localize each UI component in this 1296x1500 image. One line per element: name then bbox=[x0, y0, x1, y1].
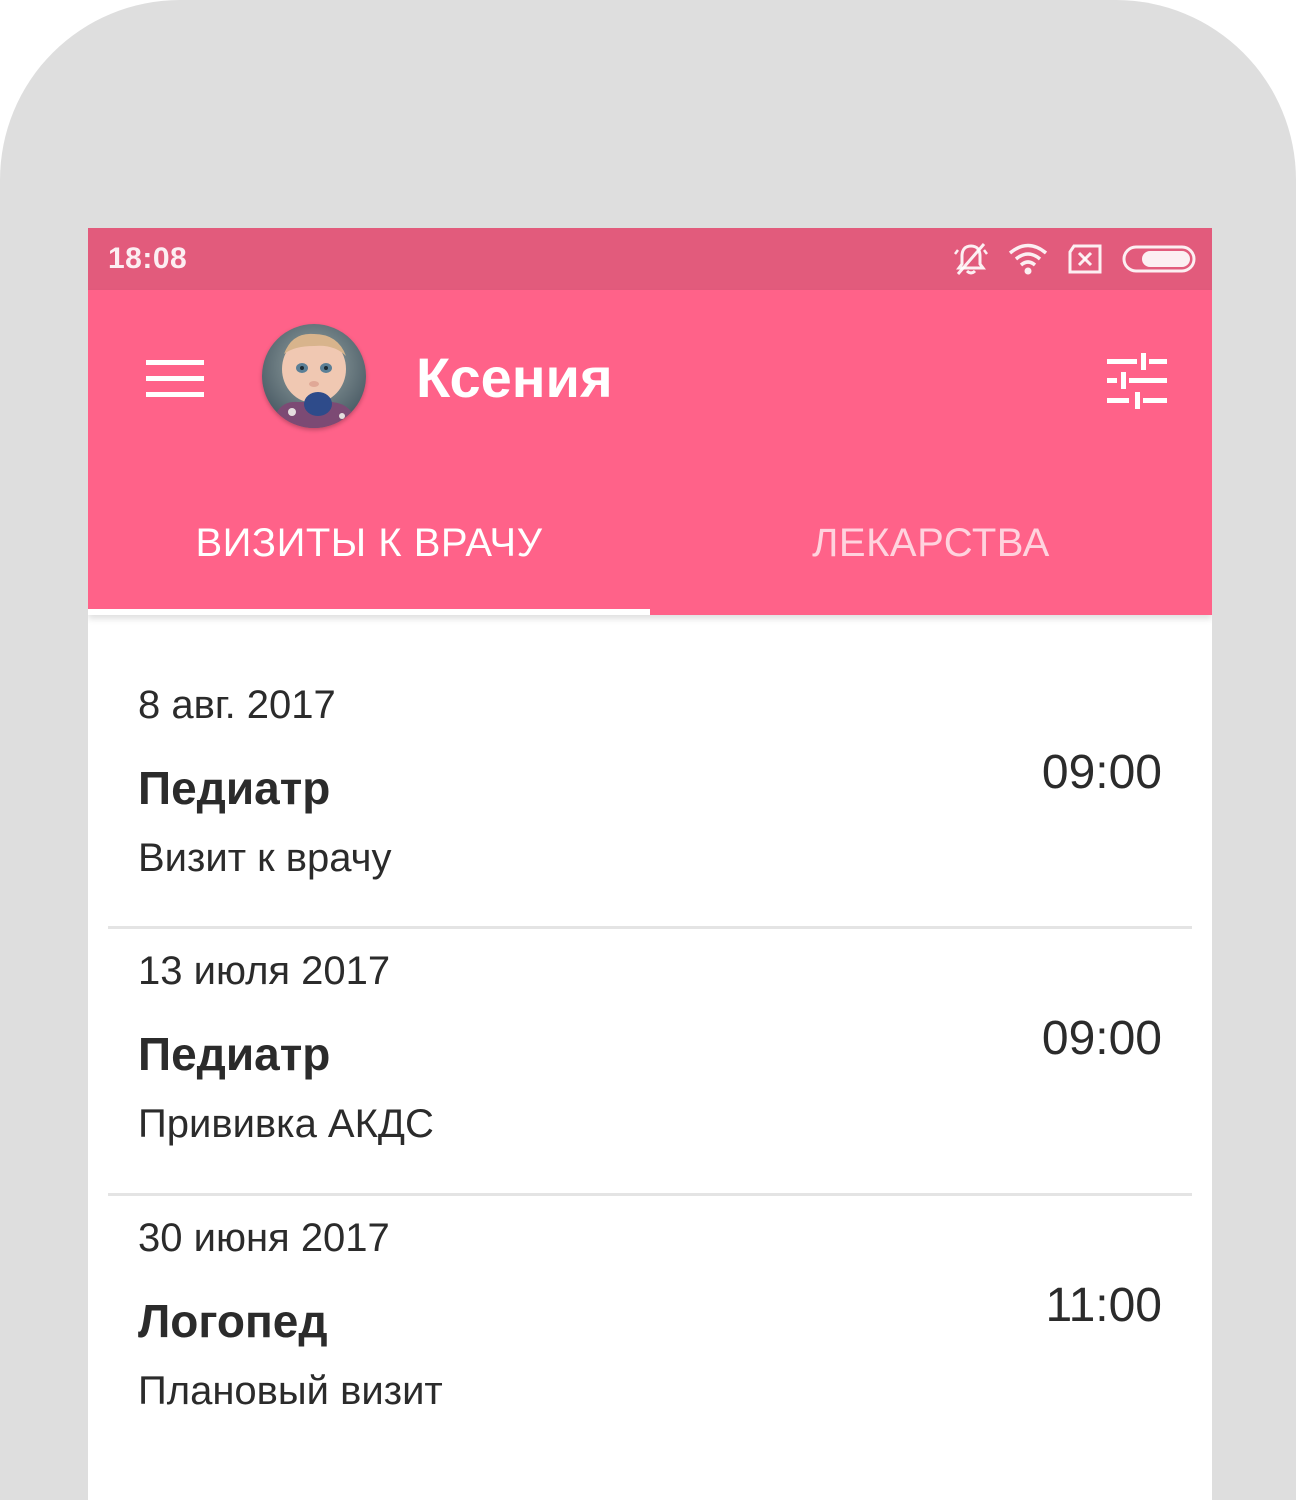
visit-time: 11:00 bbox=[1045, 1279, 1162, 1332]
visit-list: 8 авг. 2017 Педиатр 09:00 Визит к врачу … bbox=[88, 615, 1212, 1460]
status-bar: 18:08 bbox=[88, 228, 1212, 290]
list-item[interactable]: 30 июня 2017 Логопед 11:00 Плановый визи… bbox=[108, 1196, 1192, 1460]
app-bar: Ксения ВИЗИТЫ К ВРАЧУ ЛЕКАРСТВА bbox=[88, 290, 1212, 615]
visit-date: 30 июня 2017 bbox=[138, 1216, 390, 1260]
tab-medicines[interactable]: ЛЕКАРСТВА bbox=[650, 482, 1212, 615]
tab-bar: ВИЗИТЫ К ВРАЧУ ЛЕКАРСТВА bbox=[88, 482, 1212, 615]
page-title: Ксения bbox=[416, 346, 613, 409]
sim-x-icon bbox=[1066, 244, 1104, 274]
battery-icon bbox=[1122, 245, 1196, 273]
visit-doctor: Педиатр bbox=[138, 1028, 331, 1080]
wifi-icon bbox=[1008, 242, 1048, 276]
sliders-icon bbox=[1107, 353, 1167, 409]
visit-date: 13 июля 2017 bbox=[138, 949, 391, 993]
menu-button[interactable] bbox=[138, 348, 212, 408]
tab-label: ВИЗИТЫ К ВРАЧУ bbox=[195, 521, 543, 565]
visit-doctor: Логопед bbox=[138, 1295, 328, 1347]
tab-label: ЛЕКАРСТВА bbox=[812, 521, 1050, 565]
visit-time: 09:00 bbox=[1041, 746, 1162, 799]
visit-doctor: Педиатр bbox=[138, 762, 331, 814]
filter-button[interactable] bbox=[1100, 344, 1174, 418]
visit-description: Визит к врачу bbox=[138, 836, 392, 880]
tab-doctor-visits[interactable]: ВИЗИТЫ К ВРАЧУ bbox=[88, 482, 650, 615]
bell-off-icon bbox=[952, 240, 990, 278]
avatar[interactable] bbox=[262, 324, 366, 428]
phone-frame: 18:08 Ксения ВИЗИТЫ К ВРАЧУ ЛЕКАРСТВА 8 … bbox=[0, 0, 1296, 1500]
status-time: 18:08 bbox=[108, 242, 188, 275]
list-item[interactable]: 13 июля 2017 Педиатр 09:00 Прививка АКДС bbox=[108, 929, 1192, 1196]
visit-description: Прививка АКДС bbox=[138, 1102, 434, 1146]
hamburger-icon bbox=[146, 360, 204, 397]
app-screen: 18:08 Ксения ВИЗИТЫ К ВРАЧУ ЛЕКАРСТВА 8 … bbox=[88, 228, 1212, 1500]
visit-description: Плановый визит bbox=[138, 1369, 443, 1413]
visit-time: 09:00 bbox=[1041, 1012, 1162, 1065]
visit-date: 8 авг. 2017 bbox=[138, 683, 336, 727]
list-item[interactable]: 8 авг. 2017 Педиатр 09:00 Визит к врачу bbox=[108, 615, 1192, 929]
status-icons bbox=[934, 238, 1196, 280]
